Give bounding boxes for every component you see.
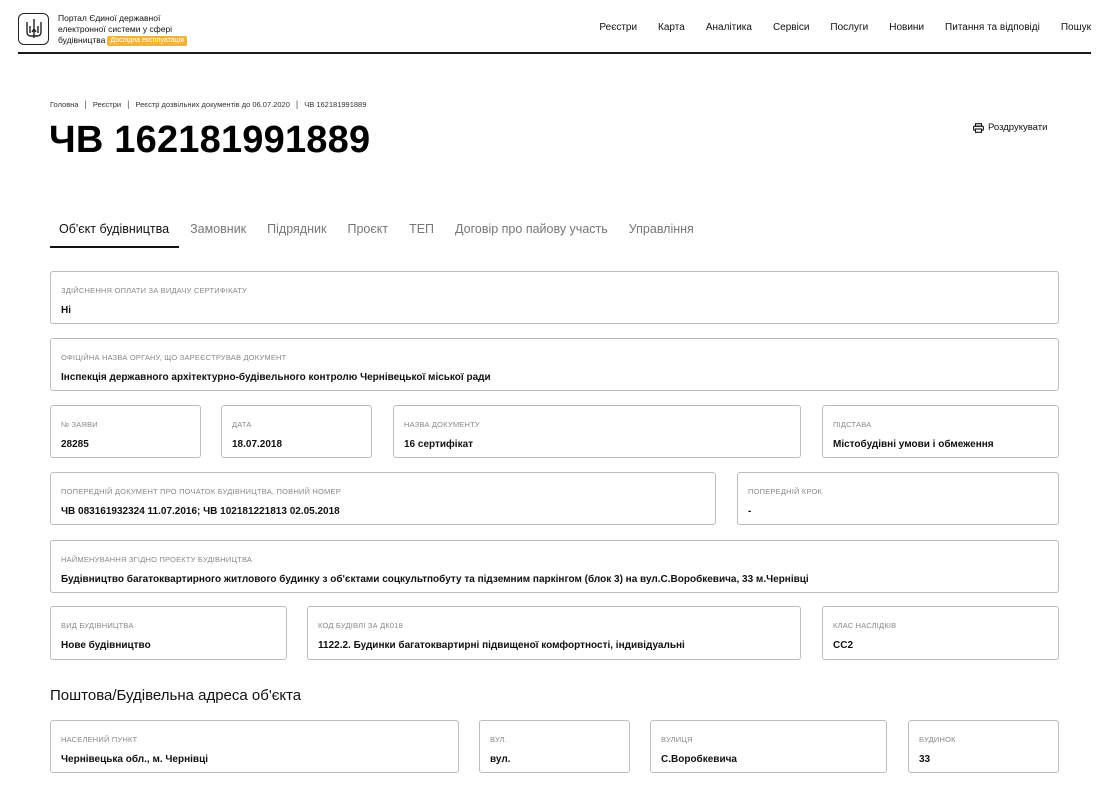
- field-value: Ні: [61, 305, 71, 316]
- field-label: № заяви: [61, 420, 98, 429]
- field-value: С.Воробкевича: [661, 754, 737, 765]
- construction-type-field: Вид будівництва Нове будівництво: [50, 606, 287, 660]
- street-type-field: Вул. вул.: [479, 720, 630, 773]
- payment-field: Здійснення оплати за видачу сертифікату …: [50, 271, 1059, 324]
- authority-field: Офіційна назва органу, що зареєстрував д…: [50, 338, 1059, 391]
- field-label: Підстава: [833, 420, 872, 429]
- nav-item-offerings[interactable]: Послуги: [830, 22, 868, 33]
- breadcrumb: Головна | Реєстри | Реєстр дозвільних доку…: [50, 99, 366, 109]
- tab-shared-participation[interactable]: Договір про пайову участь: [455, 218, 608, 248]
- basis-field: Підстава Містобудівні умови і обмеження: [822, 405, 1059, 458]
- field-label: Попередній крок: [748, 487, 823, 496]
- document-name-field: Назва документу 16 сертифікат: [393, 405, 801, 458]
- field-value: Нове будівництво: [61, 640, 151, 651]
- breadcrumb-home[interactable]: Головна: [50, 100, 79, 109]
- breadcrumb-registries[interactable]: Реєстри: [93, 100, 121, 109]
- field-value: 16 сертифікат: [404, 439, 474, 450]
- nav-item-news[interactable]: Новини: [889, 22, 924, 33]
- tab-project[interactable]: Проєкт: [347, 218, 388, 248]
- field-value: Інспекція державного архітектурно-будіве…: [61, 372, 491, 383]
- printer-icon: [973, 122, 984, 133]
- building-code-field: Код будівлі за ДК018 1122.2. Будинки баг…: [307, 606, 801, 660]
- breadcrumb-registry[interactable]: Реєстр дозвільних документів до 06.07.20…: [135, 100, 290, 109]
- field-label: Здійснення оплати за видачу сертифікату: [61, 286, 247, 295]
- address-section-title: Поштова/Будівельна адреса об'єкта: [50, 687, 302, 704]
- portal-brand[interactable]: Портал Єдиної державної електронної сист…: [58, 13, 238, 46]
- nav-item-map[interactable]: Карта: [658, 22, 685, 33]
- brand-line: Портал Єдиної державної: [58, 13, 161, 23]
- tab-construction-object[interactable]: Об'єкт будівництва: [50, 218, 180, 248]
- building-number-field: Будинок 33: [908, 720, 1059, 773]
- tab-customer[interactable]: Замовник: [190, 218, 246, 248]
- consequence-class-field: Клас наслідків СС2: [822, 606, 1059, 660]
- field-value: -: [748, 506, 752, 517]
- field-label: Населений пункт: [61, 735, 138, 744]
- field-value: ЧВ 083161932324 11.07.2016; ЧВ 102181221…: [61, 506, 340, 517]
- field-label: Назва документу: [404, 420, 480, 429]
- street-field: Вулиця С.Воробкевича: [650, 720, 887, 773]
- breadcrumb-separator: |: [84, 99, 87, 109]
- trident-logo-icon[interactable]: [18, 13, 49, 45]
- tab-management[interactable]: Управління: [629, 218, 694, 248]
- field-label: Найменування згідно проекту будівництва: [61, 555, 253, 564]
- tab-bar: Об'єкт будівництва Замовник Підрядник Пр…: [50, 218, 715, 248]
- field-value: Чернівецька обл., м. Чернівці: [61, 754, 208, 765]
- beta-badge: Дослідна експлуатація: [107, 36, 187, 46]
- previous-step-field: Попередній крок -: [737, 472, 1059, 525]
- breadcrumb-separator: |: [127, 99, 130, 109]
- nav-item-analytics[interactable]: Аналітика: [706, 22, 752, 33]
- field-label: Офіційна назва органу, що зареєстрував д…: [61, 353, 287, 362]
- brand-line: електронної системи у сфері: [58, 24, 173, 34]
- nav-item-search[interactable]: Пошук: [1061, 22, 1091, 33]
- breadcrumb-separator: |: [295, 99, 299, 109]
- field-value: вул.: [490, 754, 511, 765]
- brand-line: будівництва: [58, 35, 106, 45]
- tab-tep[interactable]: ТЕП: [409, 218, 434, 248]
- site-header: Портал Єдиної державної електронної сист…: [18, 0, 1091, 54]
- project-name-field: Найменування згідно проекту будівництва …: [50, 540, 1059, 593]
- field-label: Дата: [232, 420, 252, 429]
- field-value: 28285: [61, 439, 89, 450]
- field-label: Код будівлі за ДК018: [318, 621, 404, 630]
- field-label: Будинок: [919, 735, 956, 744]
- tab-contractor[interactable]: Підрядник: [267, 218, 326, 248]
- field-value: СС2: [833, 640, 854, 651]
- field-value: Будівництво багатоквартирного житлового …: [61, 574, 809, 585]
- previous-document-field: Попередній документ про початок будівниц…: [50, 472, 716, 525]
- date-field: Дата 18.07.2018: [221, 405, 372, 458]
- field-value: 18.07.2018: [232, 439, 283, 450]
- nav-item-services[interactable]: Сервіси: [773, 22, 809, 33]
- nav-item-registries[interactable]: Реєстри: [599, 22, 637, 33]
- print-button[interactable]: Роздрукувати: [973, 122, 1047, 133]
- field-label: Вул.: [490, 735, 508, 744]
- nav-item-faq[interactable]: Питання та відповіді: [945, 22, 1040, 33]
- main-nav: Реєстри Карта Аналітика Сервіси Послуги …: [599, 22, 1091, 33]
- field-label: Клас наслідків: [833, 621, 897, 630]
- field-value: Містобудівні умови і обмеження: [833, 439, 994, 450]
- print-label: Роздрукувати: [988, 122, 1048, 133]
- breadcrumb-current: ЧВ 162181991889: [304, 99, 367, 109]
- field-label: Попередній документ про початок будівниц…: [61, 487, 341, 496]
- field-value: 1122.2. Будинки багатоквартирні підвищен…: [318, 640, 685, 651]
- settlement-field: Населений пункт Чернівецька обл., м. Чер…: [50, 720, 459, 773]
- page-title: ЧВ 162181991889: [49, 119, 371, 161]
- field-label: Вид будівництва: [61, 621, 134, 630]
- field-value: 33: [919, 754, 931, 765]
- application-number-field: № заяви 28285: [50, 405, 201, 458]
- field-label: Вулиця: [661, 735, 693, 744]
